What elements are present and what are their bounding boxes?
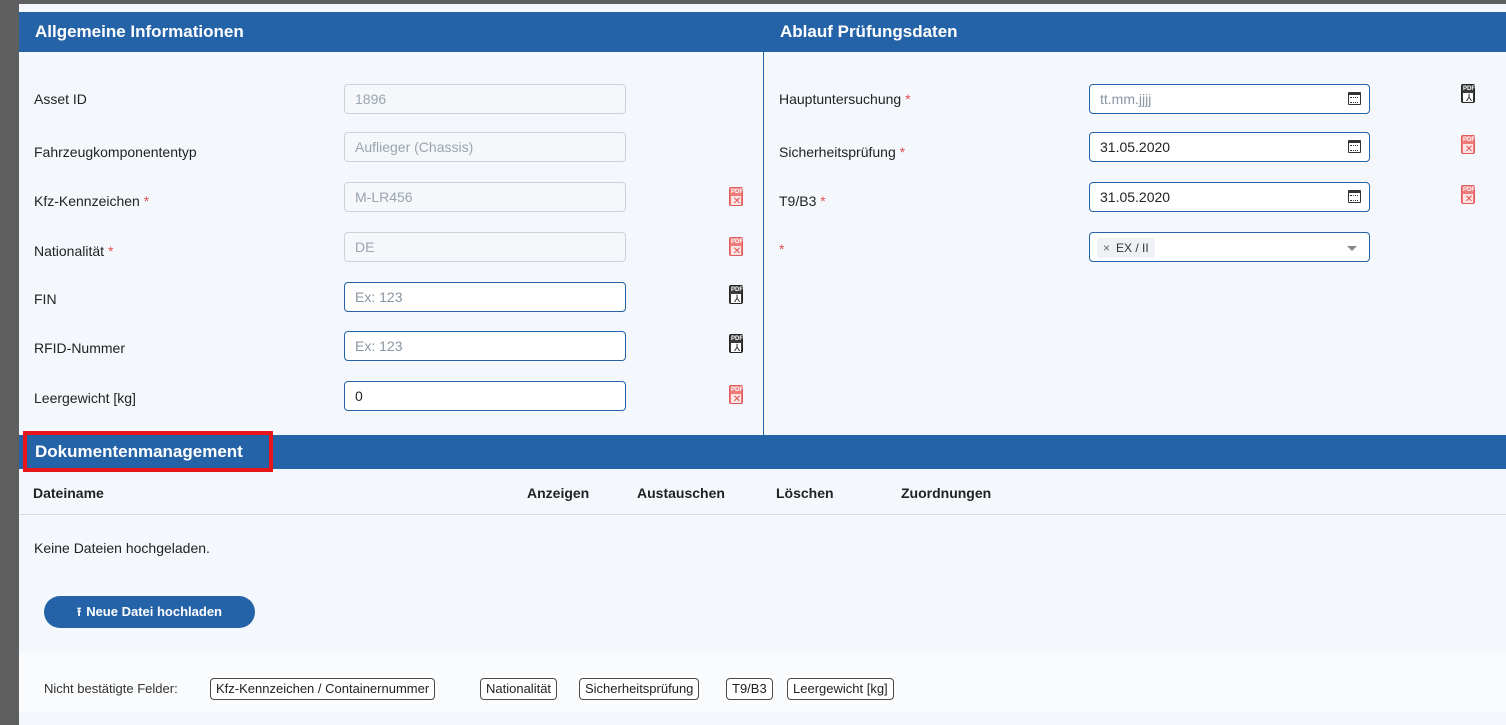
rfid-input[interactable]: Ex: 123 <box>344 331 626 361</box>
classification-select[interactable]: × EX / II <box>1089 232 1370 262</box>
empty-weight-input[interactable]: 0 <box>344 381 626 411</box>
selected-tag: × EX / II <box>1097 238 1155 258</box>
unconfirmed-chip[interactable]: Sicherheitsprüfung <box>579 678 700 700</box>
license-plate-label: Kfz-Kennzeichen * <box>34 193 150 209</box>
form-panel: Allgemeine Informationen Ablauf Prüfungs… <box>19 4 1506 725</box>
unconfirmed-fields-label: Nicht bestätigte Felder: <box>44 681 178 696</box>
fin-label: FIN <box>34 291 57 307</box>
unconfirmed-chip[interactable]: Leergewicht [kg] <box>787 678 894 700</box>
nationality-input[interactable]: DE <box>344 232 626 262</box>
col-delete: Löschen <box>776 485 834 501</box>
chevron-down-icon[interactable] <box>1347 246 1357 251</box>
pdf-icon[interactable]: PDF ⅄ <box>1461 84 1475 104</box>
asset-id-label: Asset ID <box>34 91 87 107</box>
pdf-icon[interactable]: PDF ⅄ <box>729 285 743 305</box>
unconfirmed-chip[interactable]: T9/B3 <box>726 678 773 700</box>
pdf-icon[interactable]: PDF ⅄ <box>729 334 743 354</box>
unconfirmed-chip[interactable]: Nationalität <box>480 678 558 700</box>
calendar-icon[interactable] <box>1348 92 1361 105</box>
upload-file-button[interactable]: ⭱ Neue Datei hochladen <box>44 596 255 628</box>
no-files-message: Keine Dateien hochgeladen. <box>34 540 210 556</box>
document-management-header: Dokumentenmanagement <box>19 435 1506 469</box>
exam-dates-header: Ablauf Prüfungsdaten <box>764 12 1506 52</box>
main-inspection-date-input[interactable]: tt.mm.jjjj <box>1089 84 1370 114</box>
component-type-input[interactable]: Auflieger (Chassis) <box>344 132 626 162</box>
general-info-header: Allgemeine Informationen <box>19 12 764 52</box>
safety-check-date-input[interactable]: 31.05.2020 <box>1089 132 1370 162</box>
t9b3-date-input[interactable]: 31.05.2020 <box>1089 182 1370 212</box>
tag-remove-icon[interactable]: × <box>1103 241 1110 255</box>
column-divider <box>763 48 764 435</box>
component-type-label: Fahrzeugkomponententyp <box>34 144 197 160</box>
pdf-remove-icon[interactable]: PDF ✕ <box>729 237 743 257</box>
pdf-remove-icon[interactable]: PDF ✕ <box>729 385 743 405</box>
col-view: Anzeigen <box>527 485 590 501</box>
nationality-label: Nationalität * <box>34 243 114 259</box>
safety-check-label: Sicherheitsprüfung * <box>779 144 906 160</box>
asset-id-input[interactable]: 1896 <box>344 84 626 114</box>
fin-input[interactable]: Ex: 123 <box>344 282 626 312</box>
license-plate-input[interactable]: M-LR456 <box>344 182 626 212</box>
calendar-icon[interactable] <box>1348 190 1361 203</box>
col-replace: Austauschen <box>637 485 725 501</box>
table-header-divider <box>19 514 1506 515</box>
unnamed-required-label: * <box>779 241 785 257</box>
main-inspection-label: Hauptuntersuchung * <box>779 91 911 107</box>
upload-icon: ⭱ <box>76 605 82 619</box>
pdf-remove-icon[interactable]: PDF ✕ <box>1461 185 1475 205</box>
empty-weight-label: Leergewicht [kg] <box>34 390 136 406</box>
pdf-remove-icon[interactable]: PDF ✕ <box>1461 135 1475 155</box>
t9b3-label: T9/B3 * <box>779 193 826 209</box>
unconfirmed-chip[interactable]: Kfz-Kennzeichen / Containernummer <box>210 678 436 700</box>
col-assignments: Zuordnungen <box>901 485 992 501</box>
calendar-icon[interactable] <box>1348 140 1361 153</box>
col-filename: Dateiname <box>33 485 104 501</box>
pdf-remove-icon[interactable]: PDF ✕ <box>729 187 743 207</box>
rfid-label: RFID-Nummer <box>34 340 125 356</box>
